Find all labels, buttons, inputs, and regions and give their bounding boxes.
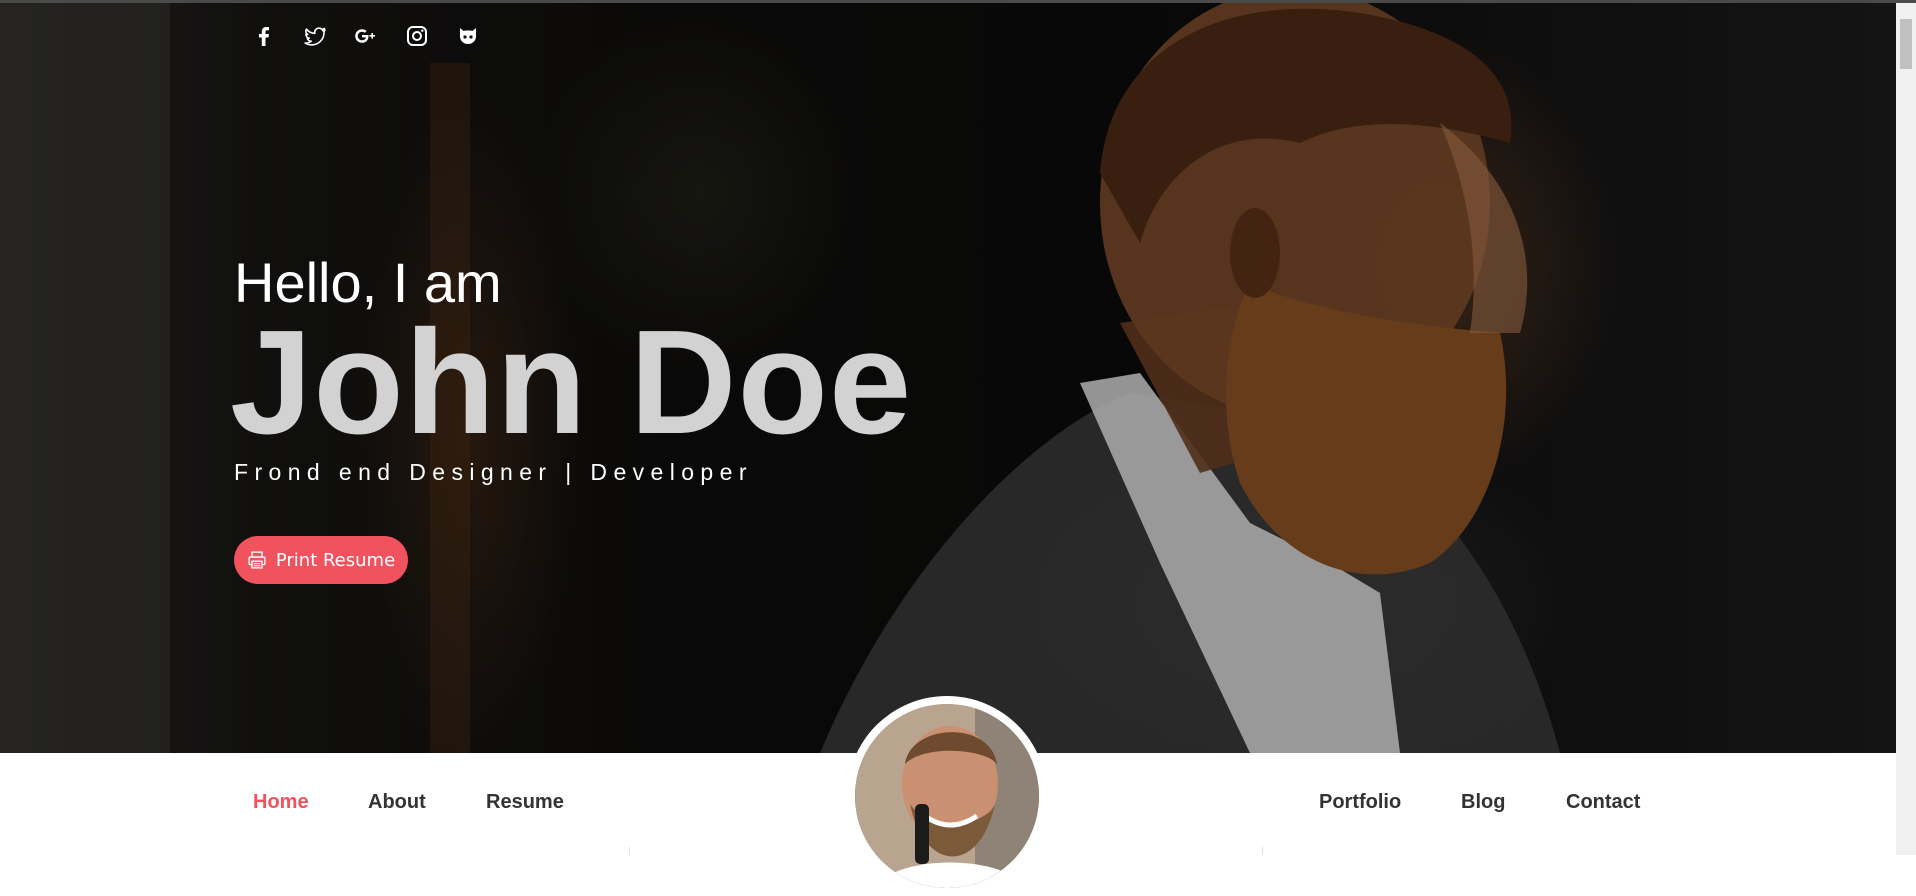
facebook-link[interactable] (250, 21, 277, 51)
instagram-icon (406, 26, 427, 46)
print-resume-label: Print Resume (275, 549, 396, 571)
github-link[interactable] (454, 21, 481, 51)
nav-contact[interactable]: Contact (1566, 791, 1640, 814)
nav-home[interactable]: Home (253, 791, 309, 814)
page-scrollbar[interactable] (1896, 3, 1916, 855)
facebook-icon (258, 27, 269, 46)
scrollbar-thumb[interactable] (1900, 19, 1912, 69)
nav-portfolio[interactable]: Portfolio (1319, 791, 1401, 814)
printer-icon (248, 551, 266, 569)
print-resume-button[interactable]: Print Resume (234, 536, 408, 584)
twitter-link[interactable] (301, 21, 328, 51)
avatar-portrait (855, 704, 1039, 888)
google-plus-link[interactable] (352, 21, 379, 51)
social-links (250, 21, 481, 51)
google-plus-icon (354, 29, 375, 43)
github-icon (459, 28, 476, 44)
nav-about[interactable]: About (368, 791, 426, 814)
hero-role: Frond end Designer | Developer (234, 459, 753, 485)
hero-section: Hello, I am John Doe Frond end Designer … (0, 3, 1896, 753)
nav-blog[interactable]: Blog (1461, 791, 1505, 814)
twitter-icon (303, 27, 326, 46)
hero-name: John Doe (230, 300, 913, 465)
profile-avatar[interactable] (847, 696, 1047, 896)
avatar-photo (855, 704, 1039, 888)
section-divider (629, 847, 630, 855)
instagram-link[interactable] (403, 21, 430, 51)
section-divider (1262, 847, 1263, 855)
nav-resume[interactable]: Resume (486, 791, 564, 814)
